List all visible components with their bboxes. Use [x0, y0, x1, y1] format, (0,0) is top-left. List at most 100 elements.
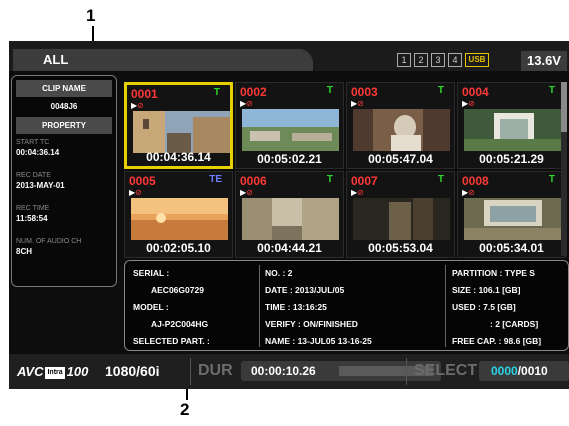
duration-value: 00:00:10.26: [251, 364, 316, 378]
slot-4-icon[interactable]: 4: [448, 53, 462, 67]
clip-timecode: 00:05:21.29: [479, 152, 544, 166]
partition-number: NO. : 2: [265, 268, 293, 278]
info-column-partition: NO. : 2 DATE : 2013/JUL/05 TIME : 13:16:…: [265, 265, 372, 350]
callout-1: 1: [86, 6, 96, 25]
no-entry-icon: ⊘: [137, 101, 144, 110]
select-total: /0010: [517, 364, 548, 378]
serial-label: SERIAL :: [133, 268, 170, 278]
clip-status-icons: ▶⊘: [240, 99, 253, 108]
top-bar: ALL 1 2 3 4 USB 13.6V: [9, 41, 569, 71]
clip-timecode: 00:02:05.10: [146, 241, 211, 255]
clip-thumbnail[interactable]: 0004 T ▶⊘ 00:05:21.29: [457, 82, 566, 169]
info-divider: [259, 265, 260, 347]
clip-thumbnail[interactable]: 0007 T ▶⊘ 00:05:53.04: [346, 171, 455, 258]
clip-thumbnail[interactable]: 0008 T ▶⊘ 00:05:34.01: [457, 171, 566, 258]
clip-format-mark: T: [326, 85, 333, 96]
scrollbar-thumb[interactable]: [561, 82, 567, 132]
clip-number: 0006: [240, 174, 267, 188]
no-entry-icon: ⊘: [357, 99, 364, 108]
slot-indicators: 1 2 3 4 USB: [397, 53, 489, 67]
clip-name-value: 0048J6: [50, 102, 78, 111]
clip-number: 0001: [131, 87, 158, 101]
callout-2: 2: [180, 400, 190, 419]
info-column-card: SERIAL : AEC06G0729 MODEL : AJ-P2C004HG …: [133, 265, 210, 350]
clip-status-icons: ▶⊘: [351, 188, 364, 197]
clip-format-mark: T: [548, 174, 555, 185]
rec-time-value: 11:58:54: [16, 214, 48, 223]
clip-status-icons: ▶⊘: [462, 188, 475, 197]
clip-status-icons: ▶⊘: [129, 188, 142, 197]
audio-ch-label: NUM. OF AUDIO CH: [16, 238, 82, 245]
clip-timecode: 00:05:47.04: [368, 152, 433, 166]
codec-logo-avc: AVC: [17, 364, 44, 379]
slot-2-icon[interactable]: 2: [414, 53, 428, 67]
clip-preview-image: [353, 198, 450, 240]
clip-thumbnail[interactable]: 0001 T ▶⊘ 00:04:36.14: [124, 82, 233, 169]
model-value: AJ-P2C004HG: [151, 319, 209, 329]
select-counter: 0000/0010: [491, 364, 548, 378]
clip-status-icons: ▶⊘: [131, 101, 144, 110]
clip-status-icons: ▶⊘: [351, 99, 364, 108]
clip-format-mark: TE: [209, 174, 222, 185]
clip-number: 0003: [351, 85, 378, 99]
status-bar: AVC Intra 100 1080/60i DUR 00:00:10.26 SEL…: [9, 354, 569, 389]
clip-thumbnail[interactable]: 0003 T ▶⊘ 00:05:47.04: [346, 82, 455, 169]
clip-timecode: 00:05:34.01: [479, 241, 544, 255]
info-column-capacity: PARTITION : TYPE S SIZE : 106.1 [GB] USE…: [452, 265, 541, 350]
rec-date-label: REC DATE: [16, 172, 51, 179]
clip-thumbnail[interactable]: 0005 TE ▶⊘ 00:02:05.10: [124, 171, 233, 258]
clip-preview-image: [242, 198, 339, 240]
clip-thumbnail[interactable]: 0002 T ▶⊘ 00:05:02.21: [235, 82, 344, 169]
slot-1-icon[interactable]: 1: [397, 53, 411, 67]
rec-date-value: 2013-MAY-01: [16, 181, 65, 190]
clip-format-mark: T: [437, 174, 444, 185]
clip-number: 0008: [462, 174, 489, 188]
audio-ch-value: 8CH: [16, 247, 33, 256]
slot-3-icon[interactable]: 3: [431, 53, 445, 67]
partition-free: FREE CAP. : 98.6 [GB]: [452, 336, 542, 346]
media-info-panel: SERIAL : AEC06G0729 MODEL : AJ-P2C004HG …: [124, 260, 569, 351]
partition-used: USED : 7.5 [GB]: [452, 302, 516, 312]
clip-format-mark: T: [213, 87, 220, 98]
info-divider: [445, 265, 446, 347]
clip-preview-image: [464, 109, 561, 151]
clip-number: 0002: [240, 85, 267, 99]
clip-preview-image: [133, 111, 230, 153]
rec-time-label: REC TIME: [16, 205, 50, 212]
no-entry-icon: ⊘: [357, 188, 364, 197]
start-tc-label: START TC: [16, 139, 50, 146]
no-entry-icon: ⊘: [246, 188, 253, 197]
clip-status-icons: ▶⊘: [462, 99, 475, 108]
clip-name-header: CLIP NAME: [16, 80, 112, 97]
clip-browser-screen: ALL 1 2 3 4 USB 13.6V CLIP NAME 0048J6 P…: [9, 41, 569, 389]
clip-number: 0005: [129, 174, 156, 188]
clip-number: 0007: [351, 174, 378, 188]
codec-logo-bitrate: 100: [66, 364, 89, 379]
thumbnail-grid: 0001 T ▶⊘ 00:04:36.14 0002 T ▶⊘ 00:05:02.21 00…: [124, 82, 569, 258]
partition-cards: : 2 [CARDS]: [490, 319, 539, 329]
clip-preview-image: [242, 109, 339, 151]
clip-timecode: 00:04:44.21: [257, 241, 322, 255]
no-entry-icon: ⊘: [135, 188, 142, 197]
clip-preview-image: [353, 109, 450, 151]
select-box: 0000/0010: [479, 361, 569, 381]
select-count: 0000: [491, 364, 518, 378]
clip-preview-image: [131, 198, 228, 240]
model-label: MODEL :: [133, 302, 169, 312]
clip-format-mark: T: [437, 85, 444, 96]
status-divider: [190, 358, 191, 385]
clip-format-mark: T: [326, 174, 333, 185]
clip-thumbnail[interactable]: 0006 T ▶⊘ 00:04:44.21: [235, 171, 344, 258]
start-tc-value: 00:04:36.14: [16, 148, 60, 157]
clip-timecode: 00:05:02.21: [257, 152, 322, 166]
duration-label: DUR: [198, 362, 233, 379]
thumbnail-scrollbar[interactable]: [561, 82, 567, 256]
tab-all[interactable]: ALL: [13, 49, 313, 71]
clip-preview-image: [464, 198, 561, 240]
codec-logo-intra: Intra: [45, 366, 65, 379]
battery-voltage: 13.6V: [521, 51, 567, 71]
usb-slot-icon[interactable]: USB: [465, 53, 489, 67]
property-header: PROPERTY: [16, 117, 112, 134]
partition-verify: VERIFY : ON/FINISHED: [265, 319, 358, 329]
select-label: SELECT: [414, 362, 478, 379]
